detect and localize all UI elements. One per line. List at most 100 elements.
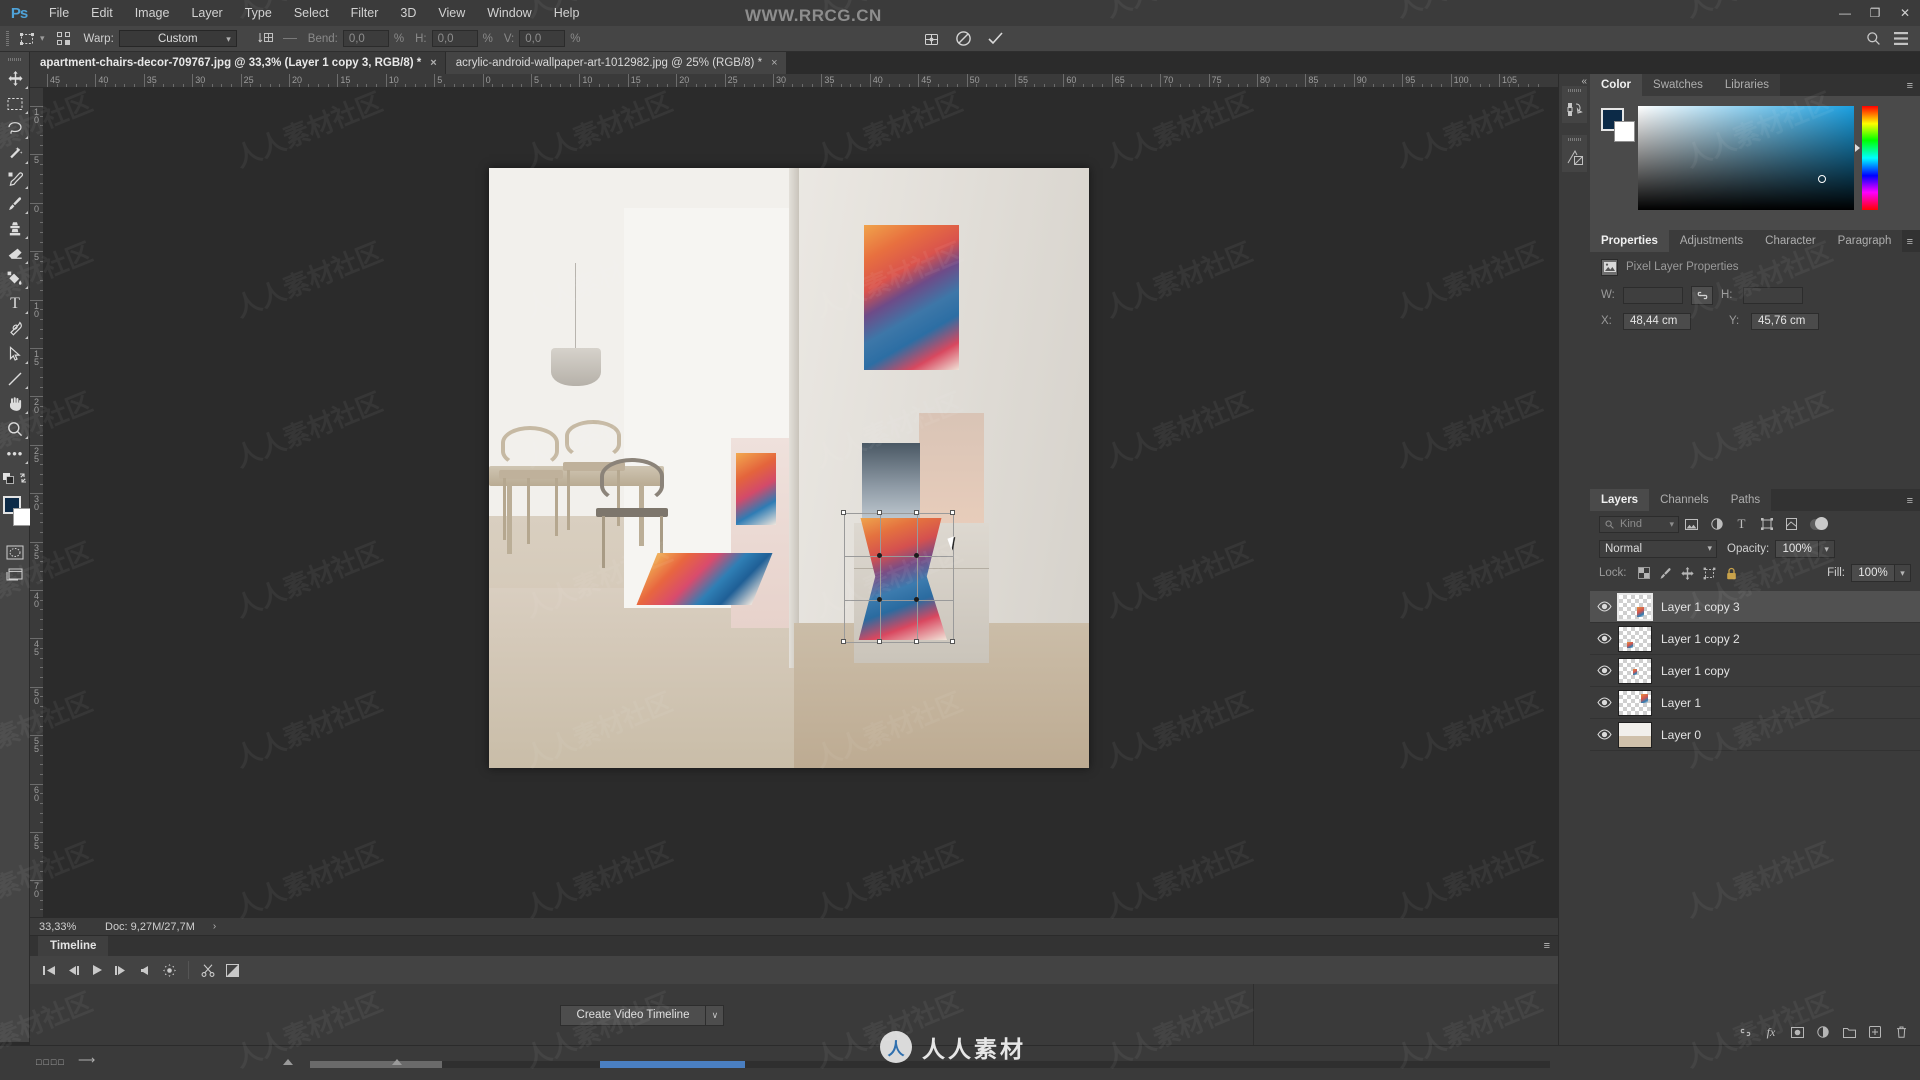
eyedropper-tool[interactable] — [0, 166, 30, 191]
layer-thumbnail[interactable] — [1618, 625, 1652, 652]
play-icon[interactable] — [86, 959, 108, 981]
warp-orientation-icon[interactable] — [253, 28, 279, 50]
go-to-first-frame-icon[interactable] — [38, 959, 60, 981]
warp-handle[interactable] — [914, 510, 919, 515]
width-input[interactable] — [1623, 286, 1683, 304]
menu-file[interactable]: File — [38, 0, 80, 26]
menu-window[interactable]: Window — [476, 0, 542, 26]
menu-type[interactable]: Type — [234, 0, 283, 26]
panel-grip[interactable] — [1562, 86, 1587, 95]
color-swatches[interactable] — [0, 494, 31, 534]
menu-view[interactable]: View — [427, 0, 476, 26]
timeline-panel-menu-icon[interactable]: ≡ — [1544, 940, 1550, 952]
line-tool[interactable] — [0, 366, 30, 391]
layer-row-layer-1-copy-3[interactable]: Layer 1 copy 3 — [1590, 591, 1920, 623]
move-tool[interactable] — [0, 66, 30, 91]
horizontal-ruler[interactable]: 45 40 35 30 25 20 15 10 5 0 5 10 15 20 25 30 35 40 45 50 55 6… — [30, 74, 1558, 88]
menu-3d[interactable]: 3D — [389, 0, 427, 26]
new-group-icon[interactable] — [1836, 1021, 1862, 1043]
document-canvas[interactable] — [489, 168, 1089, 768]
chevron-down-icon[interactable]: ▾ — [1819, 540, 1836, 558]
warp-handle[interactable] — [877, 597, 882, 602]
tab-timeline[interactable]: Timeline — [38, 936, 109, 956]
background-color-swatch[interactable] — [1614, 121, 1635, 142]
link-layers-icon[interactable] — [1732, 1021, 1758, 1043]
free-transform-icon[interactable] — [14, 28, 40, 50]
menu-filter[interactable]: Filter — [340, 0, 390, 26]
y-input[interactable]: 45,76 cm — [1751, 312, 1819, 330]
minimize-button[interactable]: — — [1830, 0, 1860, 26]
tab-adjustments[interactable]: Adjustments — [1668, 230, 1755, 252]
color-picker-field[interactable] — [1638, 106, 1854, 210]
audio-icon[interactable] — [134, 959, 156, 981]
warp-handle[interactable] — [877, 510, 882, 515]
zoom-level[interactable]: 33,33% — [30, 921, 105, 933]
bend-input[interactable]: 0,0 — [342, 30, 389, 47]
properties-panel-menu-icon[interactable]: ≡ — [1907, 236, 1913, 248]
rectangular-marquee-tool[interactable] — [0, 91, 30, 116]
chevron-down-icon[interactable]: ▾ — [1895, 564, 1911, 582]
layer-thumbnail[interactable] — [1618, 689, 1652, 716]
warp-handle[interactable] — [877, 553, 882, 558]
background-color-swatch[interactable] — [13, 508, 31, 526]
magic-wand-tool[interactable] — [0, 141, 30, 166]
tool-preset-chevron[interactable]: ▾ — [40, 33, 51, 44]
layer-row-layer-1-copy-2[interactable]: Layer 1 copy 2 — [1590, 623, 1920, 655]
status-menu-arrow[interactable]: › — [195, 921, 216, 932]
tab-paths[interactable]: Paths — [1719, 489, 1772, 511]
toggle-warp-mode-icon[interactable] — [918, 28, 944, 50]
tab-character[interactable]: Character — [1754, 230, 1827, 252]
warp-handle[interactable] — [950, 510, 955, 515]
layer-thumbnail[interactable] — [1618, 657, 1652, 684]
next-frame-icon[interactable] — [110, 959, 132, 981]
shape-filter-icon[interactable] — [1754, 514, 1779, 534]
screen-mode-icon[interactable] — [0, 563, 30, 585]
edit-toolbar-tool[interactable]: ••• — [0, 441, 30, 466]
close-icon[interactable]: × — [771, 57, 777, 69]
scrollbar-thumb[interactable] — [310, 1061, 442, 1068]
h-input[interactable]: 0,0 — [431, 30, 478, 47]
x-input[interactable]: 48,44 cm — [1623, 312, 1691, 330]
warp-handle[interactable] — [914, 597, 919, 602]
document-tab-acrylic[interactable]: acrylic-android-wallpaper-art-1012982.jp… — [445, 52, 787, 74]
eraser-tool[interactable] — [0, 241, 30, 266]
warp-handle[interactable] — [950, 639, 955, 644]
canvas-area[interactable] — [44, 88, 1558, 917]
lock-position-icon[interactable] — [1677, 563, 1699, 583]
menu-select[interactable]: Select — [283, 0, 340, 26]
layer-visibility-icon[interactable] — [1590, 601, 1618, 612]
v-input[interactable]: 0,0 — [519, 30, 566, 47]
layer-visibility-icon[interactable] — [1590, 697, 1618, 708]
filter-kind-select[interactable]: Kind ▾ — [1599, 515, 1679, 533]
type-tool[interactable]: T — [0, 291, 30, 316]
warp-handle[interactable] — [877, 639, 882, 644]
scrollbar-thumb-active[interactable] — [600, 1061, 745, 1068]
layer-name[interactable]: Layer 1 copy 2 — [1652, 632, 1740, 646]
settings-gear-icon[interactable] — [158, 959, 180, 981]
blend-mode-select[interactable]: Normal ▾ — [1599, 540, 1717, 558]
tab-channels[interactable]: Channels — [1649, 489, 1720, 511]
chevron-down-icon[interactable]: ∨ — [706, 1004, 725, 1026]
warp-handle[interactable] — [841, 639, 846, 644]
workspace-switcher-icon[interactable] — [1888, 28, 1914, 50]
warp-handle[interactable] — [914, 639, 919, 644]
maximize-button[interactable]: ❐ — [1860, 0, 1890, 26]
warp-preset-select[interactable]: Custom ▾ — [118, 30, 237, 47]
clone-source-icon[interactable] — [1562, 144, 1587, 172]
layer-name[interactable]: Layer 1 — [1652, 696, 1701, 710]
menu-image[interactable]: Image — [124, 0, 181, 26]
warp-transform-mesh[interactable] — [841, 510, 955, 644]
document-tab-apartment[interactable]: apartment-chairs-decor-709767.jpg @ 33,3… — [30, 52, 446, 74]
layer-style-icon[interactable]: fx — [1758, 1021, 1784, 1043]
new-layer-icon[interactable] — [1862, 1021, 1888, 1043]
hue-spectrum-slider[interactable] — [1862, 106, 1878, 210]
path-selection-tool[interactable] — [0, 341, 30, 366]
layer-name[interactable]: Layer 1 copy 3 — [1652, 600, 1740, 614]
split-clip-icon[interactable] — [197, 959, 219, 981]
menu-edit[interactable]: Edit — [80, 0, 124, 26]
tab-libraries[interactable]: Libraries — [1713, 74, 1780, 96]
layer-thumbnail[interactable] — [1617, 592, 1653, 621]
close-icon[interactable]: × — [430, 57, 436, 69]
search-icon[interactable] — [1860, 28, 1886, 50]
layer-row-layer-1[interactable]: Layer 1 — [1590, 687, 1920, 719]
